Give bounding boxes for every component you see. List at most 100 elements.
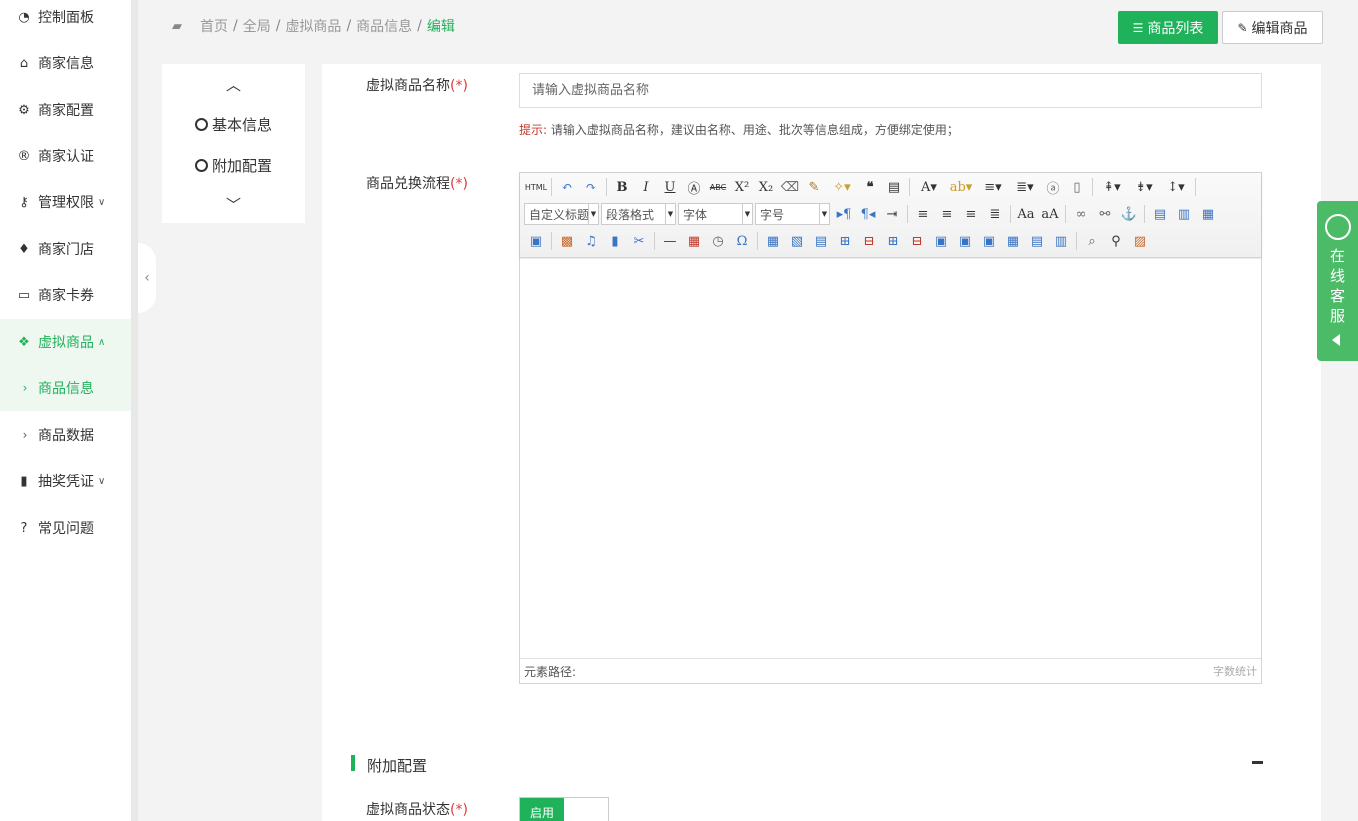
format-brush-icon[interactable]: ✎ [802,176,826,198]
align-right-icon[interactable]: ≡ [959,203,983,225]
breadcrumb-virtual-goods[interactable]: 虚拟商品 [285,16,341,36]
superscript-icon[interactable]: X² [730,176,754,198]
sidebar-item-merchant-config[interactable]: ⚙ 商家配置 [0,87,131,133]
merge-cells-icon[interactable]: ▣ [929,230,953,252]
paragraph-format-select[interactable]: 段落格式 ▼ [601,203,676,225]
align-left-icon[interactable]: ≡ [911,203,935,225]
rtl-icon[interactable]: ¶◂ [856,203,880,225]
auto-format-icon[interactable]: ✧▾ [826,176,858,198]
image-none-icon[interactable]: ▤ [1148,203,1172,225]
minus-icon[interactable] [1252,761,1263,764]
chevron-down-icon[interactable]: ﹀ [162,194,305,215]
section-marker [351,755,355,771]
chevron-up-icon[interactable]: ︿ [162,74,305,95]
insert-image-icon[interactable]: ▩ [555,230,579,252]
underline-icon[interactable]: U [658,176,682,198]
anchor-icon[interactable]: ⚓ [1117,203,1141,225]
to-lowercase-icon[interactable]: aA [1038,203,1062,225]
sidebar-item-permissions[interactable]: ⚷ 管理权限 ∨ [0,179,131,225]
insert-paragraph-before-table-icon[interactable]: ▤ [809,230,833,252]
font-border-icon[interactable]: Ⓐ [682,176,706,198]
clear-doc-icon[interactable]: ▯ [1065,176,1089,198]
to-uppercase-icon[interactable]: Aa [1014,203,1038,225]
goods-name-label: 虚拟商品名称(*) [366,78,468,94]
split-rows-icon[interactable]: ▤ [1025,230,1049,252]
image-right-icon[interactable]: ▦ [1196,203,1220,225]
special-char-icon[interactable]: Ω [730,230,754,252]
insert-col-icon[interactable]: ⊞ [881,230,905,252]
align-justify-icon[interactable]: ≣ [983,203,1007,225]
merge-right-icon[interactable]: ▣ [953,230,977,252]
indent-icon[interactable]: ⇥ [880,203,904,225]
sidebar-item-merchant-auth[interactable]: ® 商家认证 [0,133,131,179]
delete-col-icon[interactable]: ⊟ [905,230,929,252]
video-icon[interactable]: ▮ [603,230,627,252]
blockquote-icon[interactable]: ❝ [858,176,882,198]
sidebar-item-virtual-goods[interactable]: ❖ 虚拟商品 ∧ [0,319,131,365]
search-replace-icon[interactable]: ⚲ [1104,230,1128,252]
sidebar-item-lottery[interactable]: ▮ 抽奖凭证 ∨ [0,458,131,504]
undo-icon[interactable]: ↶ [555,176,579,198]
italic-icon[interactable]: I [634,176,658,198]
ordered-list-icon[interactable]: ≡▾ [977,176,1009,198]
select-all-icon[interactable]: ⓐ [1041,176,1065,198]
strikethrough-icon[interactable]: ABC [706,176,730,198]
time-icon[interactable]: ◷ [706,230,730,252]
eraser-icon[interactable]: ⌫ [778,176,802,198]
insert-row-icon[interactable]: ⊞ [833,230,857,252]
link-icon[interactable]: ∞ [1069,203,1093,225]
sidebar-item-stores[interactable]: ♦ 商家门店 [0,226,131,272]
sidebar-item-faq[interactable]: ? 常见问题 [0,505,131,551]
subscript-icon[interactable]: X₂ [754,176,778,198]
background-color-icon[interactable]: ab▾ [945,176,977,198]
online-service-button[interactable]: 在 线 客 服 [1317,201,1358,361]
unlink-icon[interactable]: ⚯ [1093,203,1117,225]
horizontal-rule-icon[interactable]: — [658,230,682,252]
delete-row-icon[interactable]: ⊟ [857,230,881,252]
breadcrumb-home[interactable]: 首页 [200,16,228,36]
sidebar-collapse-button[interactable]: ‹ [138,243,156,313]
row-spacing-bottom-icon[interactable]: ⇟▾ [1128,176,1160,198]
delete-table-icon[interactable]: ▧ [785,230,809,252]
sidebar-item-merchant-info[interactable]: ⌂ 商家信息 [0,40,131,86]
sidebar-item-goods-info[interactable]: › 商品信息 [0,365,131,411]
custom-title-select[interactable]: 自定义标题 ▼ [524,203,599,225]
redo-icon[interactable]: ↷ [579,176,603,198]
paste-plain-icon[interactable]: ▤ [882,176,906,198]
image-center-icon[interactable]: ▣ [524,230,548,252]
breadcrumb-global[interactable]: 全局 [243,16,271,36]
music-icon[interactable]: ♫ [579,230,603,252]
breadcrumb-goods-info[interactable]: 商品信息 [356,16,412,36]
edit-goods-button[interactable]: ✎ 编辑商品 [1222,11,1323,44]
toolbar-row: HTML ↶ ↷ B I U Ⓐ ABC X² X₂ ⌫ ✎ ✧▾ ❝ ▤ A▾… [524,175,1199,199]
image-left-icon[interactable]: ▥ [1172,203,1196,225]
row-spacing-top-icon[interactable]: ⇞▾ [1096,176,1128,198]
status-toggle[interactable]: 启用 [519,797,609,821]
preview-icon[interactable]: ⌕ [1080,230,1104,252]
ltr-icon[interactable]: ▸¶ [832,203,856,225]
anchor-basic-info[interactable]: 基本信息 [195,113,272,135]
merge-down-icon[interactable]: ▣ [977,230,1001,252]
unordered-list-icon[interactable]: ≣▾ [1009,176,1041,198]
editor-footer: 元素路径: 字数统计 [520,658,1261,683]
font-color-icon[interactable]: A▾ [913,176,945,198]
sidebar-item-goods-data[interactable]: › 商品数据 [0,412,131,458]
split-cols-icon[interactable]: ▥ [1049,230,1073,252]
editor-content[interactable] [520,259,1261,659]
drafts-icon[interactable]: ▨ [1128,230,1152,252]
sidebar-item-dashboard[interactable]: ◔ 控制面板 [0,0,131,40]
anchor-extra-config[interactable]: 附加配置 [195,154,272,176]
split-cells-icon[interactable]: ▦ [1001,230,1025,252]
sidebar-item-coupons[interactable]: ▭ 商家卡券 [0,272,131,318]
html-source-button[interactable]: HTML [524,176,548,198]
insert-table-icon[interactable]: ▦ [761,230,785,252]
align-center-icon[interactable]: ≡ [935,203,959,225]
attachment-icon[interactable]: ✂ [627,230,651,252]
date-icon[interactable]: ▦ [682,230,706,252]
goods-name-input[interactable] [519,73,1262,108]
goods-list-button[interactable]: ☰ 商品列表 [1118,11,1218,44]
bold-icon[interactable]: B [610,176,634,198]
font-family-select[interactable]: 字体 ▼ [678,203,753,225]
line-height-icon[interactable]: ↕▾ [1160,176,1192,198]
font-size-select[interactable]: 字号 ▼ [755,203,830,225]
